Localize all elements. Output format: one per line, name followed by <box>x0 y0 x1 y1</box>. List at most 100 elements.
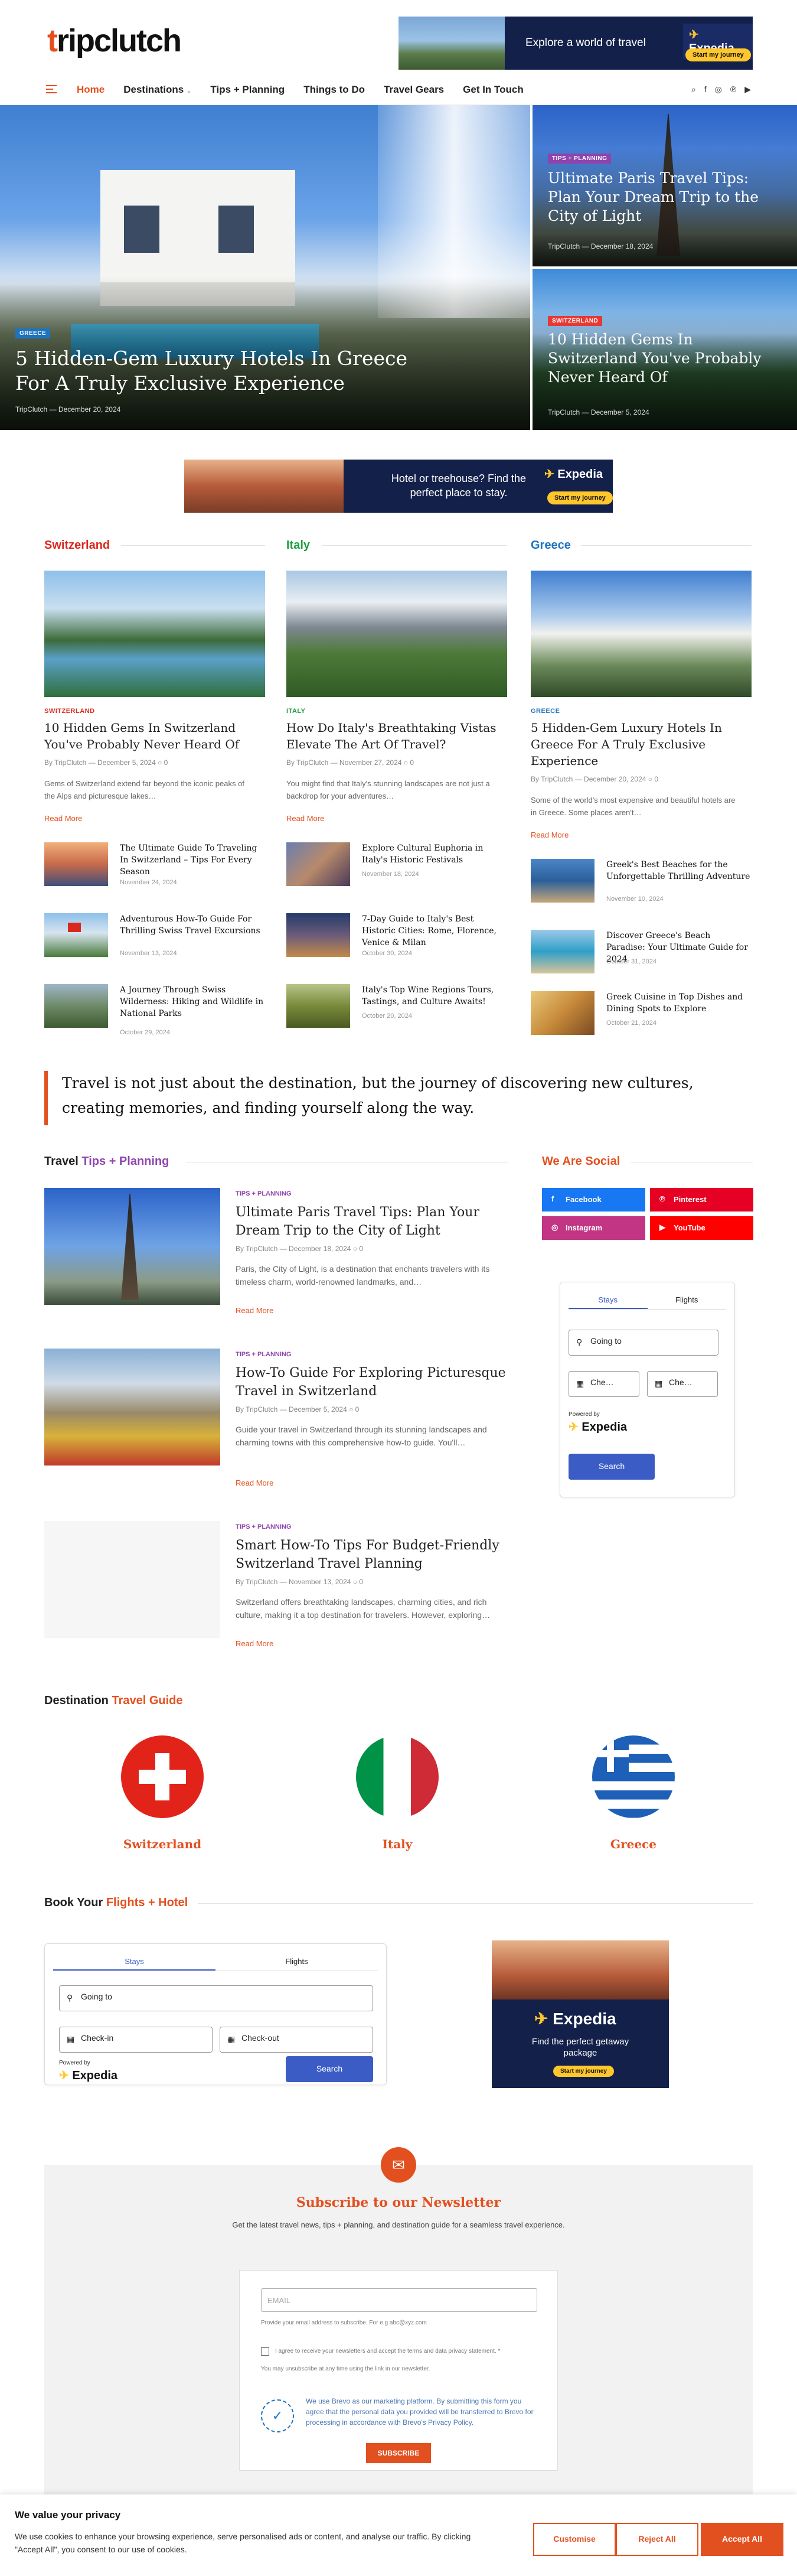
greece-flag-icon[interactable] <box>592 1735 675 1818</box>
nav-things-to-do[interactable]: Things to Do <box>303 84 365 96</box>
destination-label[interactable]: Italy <box>338 1837 456 1851</box>
destination-input[interactable]: ⚲ Going to <box>569 1330 718 1356</box>
post-title[interactable]: How Do Italy's Breathtaking Vistas Eleva… <box>286 719 507 753</box>
post-image-placeholder[interactable] <box>44 1521 220 1638</box>
checkin-input[interactable]: ▦ Che… <box>569 1371 639 1397</box>
search-icon[interactable]: ⌕ <box>691 84 696 95</box>
email-field[interactable]: EMAIL <box>261 2288 537 2312</box>
read-more-link[interactable]: Read More <box>236 1478 273 1487</box>
list-item-title[interactable]: Explore Cultural Euphoria in Italy's His… <box>362 842 507 866</box>
tab-flights[interactable]: Flights <box>215 1952 378 1971</box>
list-item-title[interactable]: A Journey Through Swiss Wilderness: Hiki… <box>120 984 265 1020</box>
post-image[interactable] <box>531 571 752 697</box>
post-image[interactable] <box>44 571 265 697</box>
post-image[interactable] <box>286 571 507 697</box>
column-heading-text[interactable]: Switzerland <box>44 539 110 552</box>
hero-side-post-1[interactable]: TIPS + PLANNING Ultimate Paris Travel Ti… <box>533 105 797 266</box>
list-item-title[interactable]: The Ultimate Guide To Traveling In Switz… <box>120 842 265 878</box>
side-post-title[interactable]: Ultimate Paris Travel Tips: Plan Your Dr… <box>548 169 784 226</box>
category-badge[interactable]: SWITZERLAND <box>548 316 603 326</box>
destination-input[interactable]: ⚲ Going to <box>59 1985 373 2011</box>
post-title[interactable]: How-To Guide For Exploring Picturesque T… <box>236 1364 507 1401</box>
post-category[interactable]: GREECE <box>531 708 560 715</box>
ad-cta-button[interactable]: Start my journey <box>685 48 751 61</box>
tab-flights[interactable]: Flights <box>648 1291 727 1309</box>
pinterest-icon[interactable]: ℗ <box>730 84 736 95</box>
search-button[interactable]: Search <box>569 1454 655 1480</box>
hero-main-post[interactable]: GREECE 5 Hidden-Gem Luxury Hotels In Gre… <box>0 105 530 430</box>
list-item[interactable]: A Journey Through Swiss Wilderness: Hiki… <box>44 984 265 1036</box>
mid-banner-ad[interactable]: Hotel or treehouse? Find the perfect pla… <box>184 460 613 513</box>
post-title[interactable]: 5 Hidden-Gem Luxury Hotels In Greece For… <box>531 719 752 769</box>
search-button[interactable]: Search <box>286 2056 373 2082</box>
youtube-button[interactable]: ▶ YouTube <box>650 1216 753 1240</box>
facebook-button[interactable]: f Facebook <box>542 1188 645 1212</box>
list-item-title[interactable]: 7-Day Guide to Italy's Best Historic Cit… <box>362 913 507 949</box>
hero-side-post-2[interactable]: SWITZERLAND 10 Hidden Gems In Switzerlan… <box>533 269 797 430</box>
post-title[interactable]: Ultimate Paris Travel Tips: Plan Your Dr… <box>236 1203 507 1240</box>
customise-button[interactable]: Customise <box>533 2523 616 2556</box>
post-category[interactable]: ITALY <box>286 708 305 715</box>
list-item[interactable]: The Ultimate Guide To Traveling In Switz… <box>44 842 265 890</box>
checkout-input[interactable]: ▦ Che… <box>647 1371 718 1397</box>
list-item[interactable]: Greek Cuisine in Top Dishes and Dining S… <box>531 991 752 1038</box>
site-logo[interactable]: tripclutch <box>47 22 182 59</box>
instagram-button[interactable]: ◎ Instagram <box>542 1216 645 1240</box>
post-category[interactable]: SWITZERLAND <box>44 708 95 715</box>
facebook-icon[interactable]: f <box>704 84 707 95</box>
youtube-icon[interactable]: ▶ <box>744 84 751 95</box>
category-badge[interactable]: TIPS + PLANNING <box>548 154 612 164</box>
checkin-input[interactable]: ▦ Check-in <box>59 2027 213 2053</box>
nav-home[interactable]: Home <box>77 84 104 96</box>
consent-checkbox[interactable] <box>261 2347 269 2356</box>
tab-stays[interactable]: Stays <box>53 1952 215 1971</box>
read-more-link[interactable]: Read More <box>531 831 569 839</box>
nav-tips-planning[interactable]: Tips + Planning <box>210 84 285 96</box>
list-item-title[interactable]: Italy's Top Wine Regions Tours, Tastings… <box>362 984 507 1008</box>
side-post-title[interactable]: 10 Hidden Gems In Switzerland You've Pro… <box>548 330 784 387</box>
hero-title[interactable]: 5 Hidden-Gem Luxury Hotels In Greece For… <box>15 346 440 396</box>
post-category[interactable]: TIPS + PLANNING <box>236 1190 291 1197</box>
column-heading-text[interactable]: Greece <box>531 539 571 552</box>
hamburger-menu-icon[interactable] <box>46 85 57 93</box>
column-heading-text[interactable]: Italy <box>286 539 310 552</box>
expedia-promo-ad[interactable]: ✈ Expedia Find the perfect getaway packa… <box>492 1940 669 2088</box>
nav-get-in-touch[interactable]: Get In Touch <box>463 84 524 96</box>
switzerland-flag-icon[interactable] <box>121 1735 204 1818</box>
accept-all-button[interactable]: Accept All <box>701 2523 783 2556</box>
destination-label[interactable]: Switzerland <box>103 1837 221 1851</box>
nav-travel-gears[interactable]: Travel Gears <box>384 84 444 96</box>
ad-cta-button[interactable]: Start my journey <box>547 491 613 504</box>
list-item-title[interactable]: Greek Cuisine in Top Dishes and Dining S… <box>606 991 752 1015</box>
read-more-link[interactable]: Read More <box>236 1639 273 1648</box>
post-image[interactable] <box>44 1188 220 1305</box>
list-item-title[interactable]: Adventurous How-To Guide For Thrilling S… <box>120 913 265 937</box>
subscribe-button[interactable]: SUBSCRIBE <box>366 2443 431 2463</box>
list-item[interactable]: Discover Greece's Beach Paradise: Your U… <box>531 930 752 977</box>
post-title[interactable]: 10 Hidden Gems In Switzerland You've Pro… <box>44 719 265 753</box>
list-item[interactable]: Italy's Top Wine Regions Tours, Tastings… <box>286 984 507 1031</box>
category-badge[interactable]: GREECE <box>15 328 51 338</box>
italy-flag-icon[interactable] <box>356 1735 439 1818</box>
pinterest-button[interactable]: ℗ Pinterest <box>650 1188 753 1212</box>
post-category[interactable]: TIPS + PLANNING <box>236 1523 291 1530</box>
list-item[interactable]: Explore Cultural Euphoria in Italy's His… <box>286 842 507 890</box>
ad-cta-button[interactable]: Start my journey <box>553 2066 614 2077</box>
list-item[interactable]: Adventurous How-To Guide For Thrilling S… <box>44 913 265 960</box>
tips-post[interactable]: TIPS + PLANNING How-To Guide For Explori… <box>44 1349 508 1502</box>
tips-post[interactable]: TIPS + PLANNING Smart How-To Tips For Bu… <box>44 1521 508 1675</box>
reject-all-button[interactable]: Reject All <box>616 2523 698 2556</box>
post-category[interactable]: TIPS + PLANNING <box>236 1351 291 1358</box>
read-more-link[interactable]: Read More <box>236 1306 273 1315</box>
post-image[interactable] <box>44 1349 220 1466</box>
list-item[interactable]: Greek's Best Beaches for the Unforgettab… <box>531 859 752 906</box>
read-more-link[interactable]: Read More <box>44 814 82 823</box>
read-more-link[interactable]: Read More <box>286 814 324 823</box>
list-item-title[interactable]: Greek's Best Beaches for the Unforgettab… <box>606 859 752 882</box>
post-title[interactable]: Smart How-To Tips For Budget-Friendly Sw… <box>236 1536 507 1573</box>
top-banner-ad[interactable]: Explore a world of travel ✈ Expedia Star… <box>398 17 753 70</box>
destination-label[interactable]: Greece <box>574 1837 693 1851</box>
list-item[interactable]: 7-Day Guide to Italy's Best Historic Cit… <box>286 913 507 960</box>
tips-post[interactable]: TIPS + PLANNING Ultimate Paris Travel Ti… <box>44 1188 508 1341</box>
instagram-icon[interactable]: ◎ <box>715 84 722 95</box>
